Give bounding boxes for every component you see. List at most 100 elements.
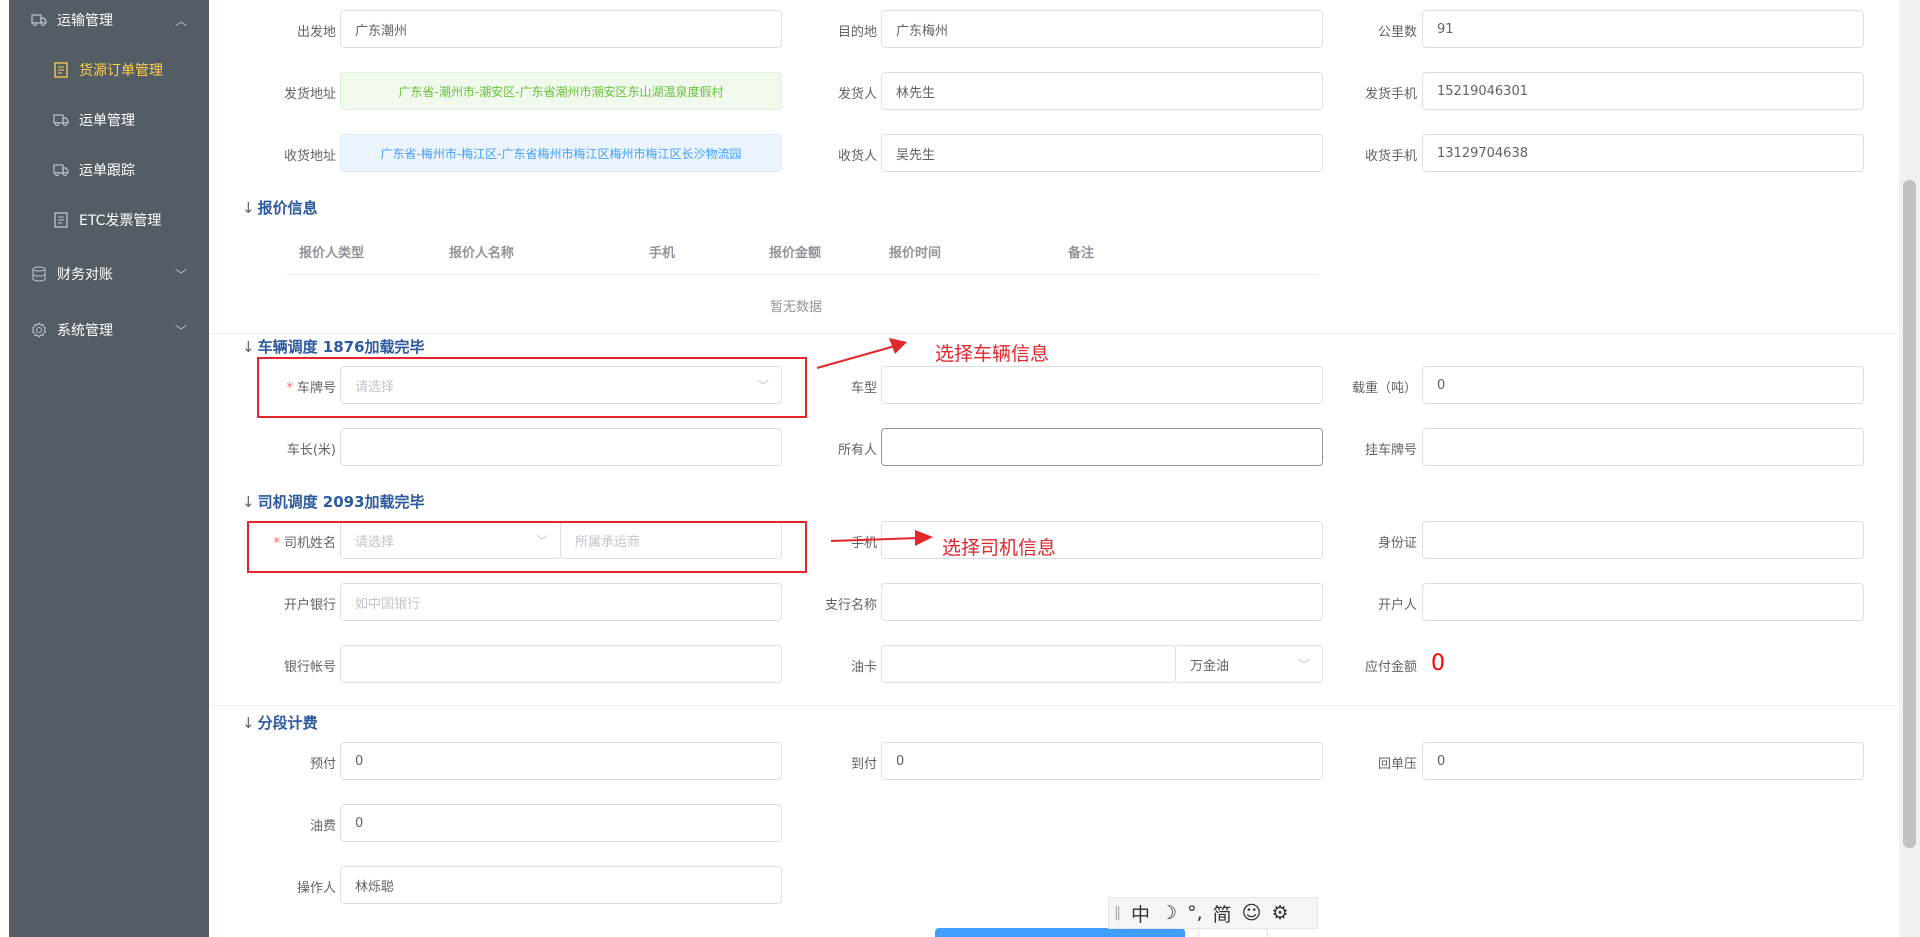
sidebar-item-system[interactable]: 系统管理 ﹀ [9, 310, 209, 350]
scrollbar-thumb[interactable] [1903, 180, 1916, 848]
chevron-down-icon: ﹀ [174, 267, 187, 282]
driver-annotation: 选择司机信息 [942, 537, 1057, 559]
account-holder-field[interactable] [1422, 583, 1864, 621]
emoji-icon[interactable]: ☺ [1242, 902, 1262, 924]
branch-field[interactable] [881, 583, 1323, 621]
window-edge [0, 0, 9, 937]
receipt-hold-label: 回单压 [1377, 757, 1417, 772]
receiver-name-label: 收货人 [837, 149, 877, 164]
chevron-down-icon: ﹀ [1297, 658, 1310, 672]
shipper-address-tag: 广东省-潮州市-潮安区-广东省潮州市潮安区东山湖温泉度假村 [340, 72, 782, 110]
order-form: 出发地 广东潮州 目的地 广东梅州 公里数 91 发货地址 广东省-潮州市-潮安… [209, 0, 1899, 937]
quote-col-time: 报价时间 [889, 246, 942, 261]
arrow-icon [830, 530, 933, 546]
drag-handle-icon[interactable]: ‖ [1114, 905, 1121, 921]
vehicle-highlight-box [257, 357, 807, 418]
sidebar-item-waybills[interactable]: 运单管理 [9, 100, 209, 140]
quote-col-type: 报价人类型 [299, 246, 365, 261]
sidebar-item-tracking[interactable]: 运单跟踪 [9, 150, 209, 190]
bank-field[interactable]: 如中国银行 [340, 583, 782, 621]
database-icon [31, 266, 47, 282]
sidebar-item-label: 运单管理 [79, 113, 135, 129]
chevron-up-icon: ︿ [174, 13, 187, 28]
quote-section-title: ↓ 报价信息 [242, 199, 318, 217]
origin-field[interactable]: 广东潮州 [340, 10, 782, 48]
owner-field[interactable] [881, 428, 1323, 466]
document-icon [53, 62, 69, 78]
km-field[interactable]: 91 [1422, 10, 1864, 48]
receiver-phone-label: 收货手机 [1364, 149, 1417, 164]
quote-table-divider [287, 274, 1318, 275]
shipper-name-field[interactable]: 林先生 [881, 72, 1323, 110]
vehicle-length-label: 车长(米) [286, 443, 336, 458]
trailer-plate-field[interactable] [1422, 428, 1864, 466]
quote-col-amount: 报价金额 [769, 246, 822, 261]
destination-label: 目的地 [837, 25, 877, 40]
oil-card-label: 油卡 [850, 660, 877, 675]
cod-label: 到付 [850, 757, 877, 772]
vehicle-type-label: 车型 [850, 381, 877, 396]
id-card-field[interactable] [1422, 521, 1864, 559]
billing-section-title: ↓ 分段计费 [242, 714, 318, 732]
quote-col-remark: 备注 [1068, 246, 1095, 261]
vehicle-annotation: 选择车辆信息 [935, 343, 1050, 365]
sidebar-item-transport[interactable]: 运输管理 ︿ [9, 0, 209, 40]
km-label: 公里数 [1377, 25, 1417, 40]
sidebar-item-cargo-orders[interactable]: 货源订单管理 [9, 50, 209, 90]
shipper-address-label: 发货地址 [283, 87, 336, 102]
shipper-phone-label: 发货手机 [1364, 87, 1417, 102]
bank-account-field[interactable] [340, 645, 782, 683]
ime-simplified[interactable]: 简 [1213, 900, 1232, 927]
vehicle-length-field[interactable] [340, 428, 782, 466]
owner-label: 所有人 [837, 443, 877, 458]
quote-col-phone: 手机 [649, 246, 676, 261]
load-field[interactable]: 0 [1422, 366, 1864, 404]
amount-due-label: 应付金额 [1364, 660, 1417, 675]
shipper-name-label: 发货人 [837, 87, 877, 102]
chevron-down-icon: ﹀ [174, 323, 187, 338]
driver-highlight-box [247, 521, 807, 573]
id-card-label: 身份证 [1377, 536, 1417, 551]
vehicle-type-field[interactable] [881, 366, 1323, 404]
receipt-hold-field[interactable]: 0 [1422, 742, 1864, 780]
operator-label: 操作人 [296, 881, 336, 896]
ime-mode-chinese[interactable]: 中 [1131, 900, 1150, 927]
fuel-fee-label: 油费 [309, 819, 336, 834]
document-icon [53, 212, 69, 228]
vertical-scrollbar[interactable] [1899, 0, 1920, 937]
receiver-name-field[interactable]: 吴先生 [881, 134, 1323, 172]
cancel-button[interactable] [1198, 928, 1268, 937]
gear-icon[interactable]: ⚙ [1271, 902, 1288, 924]
punctuation-icon[interactable]: °, [1187, 902, 1203, 924]
vehicle-section-title: ↓ 车辆调度 1876加载完毕 [242, 338, 425, 356]
submit-button[interactable] [935, 928, 1185, 937]
ime-toolbar: ‖ 中 ☽ °, 简 ☺ ⚙ [1108, 897, 1318, 929]
account-holder-label: 开户人 [1377, 598, 1417, 613]
oil-brand-select[interactable]: 万金油 ﹀ [1175, 645, 1323, 683]
receiver-phone-field[interactable]: 13129704638 [1422, 134, 1864, 172]
quote-col-name: 报价人名称 [449, 246, 515, 261]
gear-icon [31, 322, 47, 338]
operator-field[interactable]: 林烁聪 [340, 866, 782, 904]
arrow-icon [816, 338, 907, 369]
sidebar-item-label: 系统管理 [57, 323, 113, 339]
driver-section-title: ↓ 司机调度 2093加载完毕 [242, 493, 425, 511]
fuel-fee-field[interactable]: 0 [340, 804, 782, 842]
prepay-field[interactable]: 0 [340, 742, 782, 780]
moon-icon[interactable]: ☽ [1160, 902, 1177, 924]
destination-field[interactable]: 广东梅州 [881, 10, 1323, 48]
trailer-plate-label: 挂车牌号 [1364, 443, 1417, 458]
quote-empty-text: 暂无数据 [770, 300, 823, 315]
sidebar-item-finance[interactable]: 财务对账 ﹀ [9, 254, 209, 294]
oil-card-field[interactable] [881, 645, 1176, 683]
cod-field[interactable]: 0 [881, 742, 1323, 780]
receiver-address-tag: 广东省-梅州市-梅江区-广东省梅州市梅江区梅州市梅江区长沙物流园 [340, 134, 782, 172]
bank-account-label: 银行帐号 [283, 660, 336, 675]
shipper-phone-field[interactable]: 15219046301 [1422, 72, 1864, 110]
oil-brand-value: 万金油 [1190, 658, 1230, 674]
sidebar: 运输管理 ︿ 货源订单管理 运单管理 运单跟踪 ETC发票管理 财务对账 ﹀ 系… [9, 0, 209, 937]
sidebar-item-etc-invoice[interactable]: ETC发票管理 [9, 200, 209, 240]
sidebar-item-label: 运输管理 [57, 13, 113, 29]
branch-label: 支行名称 [824, 598, 877, 613]
section-divider [209, 705, 1897, 706]
